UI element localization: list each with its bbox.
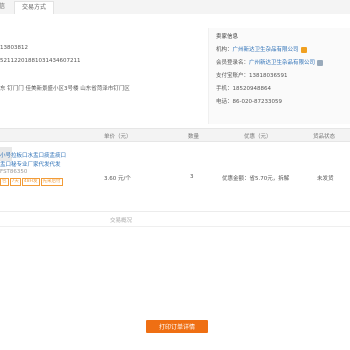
trade-number: 52112201881031434607211 xyxy=(0,58,81,64)
tab-order-info[interactable]: 信 xyxy=(0,1,12,13)
product-qty: 3 xyxy=(190,174,194,180)
product-status: 未发货 xyxy=(317,176,334,182)
product-title-line1[interactable]: 小号拉板口水盂口痰盂痰口 xyxy=(0,151,66,159)
tag-badge: 7天 xyxy=(9,178,21,186)
wangwang-icon[interactable] xyxy=(300,46,307,53)
tab-label: 信 xyxy=(0,3,6,10)
seller-phone-row: 电话：86-020-87233059 xyxy=(216,97,282,105)
phone-value: 86-020-87233059 xyxy=(232,99,282,105)
seller-member-row: 会员登录名：广州新达卫生杂品有限公司 xyxy=(216,58,324,66)
alipay-value: 13818036591 xyxy=(249,73,288,79)
chat-icon[interactable] xyxy=(317,59,324,66)
tab-bar: 信 交易方式 xyxy=(0,0,350,15)
header-price: 单价（元） xyxy=(104,134,132,140)
divider xyxy=(0,226,350,227)
phone-label: 电话： xyxy=(216,99,233,105)
member-link[interactable]: 广州新达卫生杂品有限公司 xyxy=(249,60,315,66)
company-label: 机构： xyxy=(216,47,233,53)
header-discount: 优惠（元） xyxy=(244,134,272,140)
seller-mobile-row: 手机：18520948864 xyxy=(216,84,271,92)
company-link[interactable]: 广州新达卫生杂品有限公司 xyxy=(233,47,299,53)
product-code: FST86350 xyxy=(0,169,28,175)
header-qty: 数量 xyxy=(188,134,200,140)
product-tags: 包 7天 48H发 先采后付 xyxy=(0,178,64,186)
tab-label: 交易方式 xyxy=(22,4,47,11)
trade-overview-link[interactable]: 交易概况 xyxy=(110,216,132,224)
seller-alipay-row: 支付宝账户：13818036591 xyxy=(216,71,288,79)
product-title-line2[interactable]: 盂口秘专业厂家代发代发 xyxy=(0,160,61,168)
header-status: 货品状态 xyxy=(313,134,336,140)
mobile-label: 手机： xyxy=(216,86,233,92)
order-number: 13803812 xyxy=(0,45,28,51)
seller-title: 卖家信息 xyxy=(216,34,239,40)
tag-badge: 包 xyxy=(0,178,9,186)
alipay-label: 支付宝账户： xyxy=(216,73,250,79)
seller-company-row: 机构：广州新达卫生杂品有限公司 xyxy=(216,45,307,53)
goods-table-header: 单价（元） 数量 优惠（元） 货品状态 xyxy=(0,128,350,142)
tag-badge: 48H发 xyxy=(21,178,40,186)
member-label: 会员登录名： xyxy=(216,60,250,66)
tab-trade-method[interactable]: 交易方式 xyxy=(14,1,55,15)
product-price: 3.60 元/个 xyxy=(104,176,131,182)
print-order-button[interactable]: 打印订单详情 xyxy=(146,320,208,333)
product-discount: 优惠金额：省5.70元，拆解 xyxy=(222,176,290,182)
shipping-address: 东 钉门门 佳美新景盛小区3号楼 山东省菏泽市钉门区 xyxy=(0,86,130,92)
mobile-value: 18520948864 xyxy=(232,86,272,92)
tag-badge: 先采后付 xyxy=(40,178,63,186)
